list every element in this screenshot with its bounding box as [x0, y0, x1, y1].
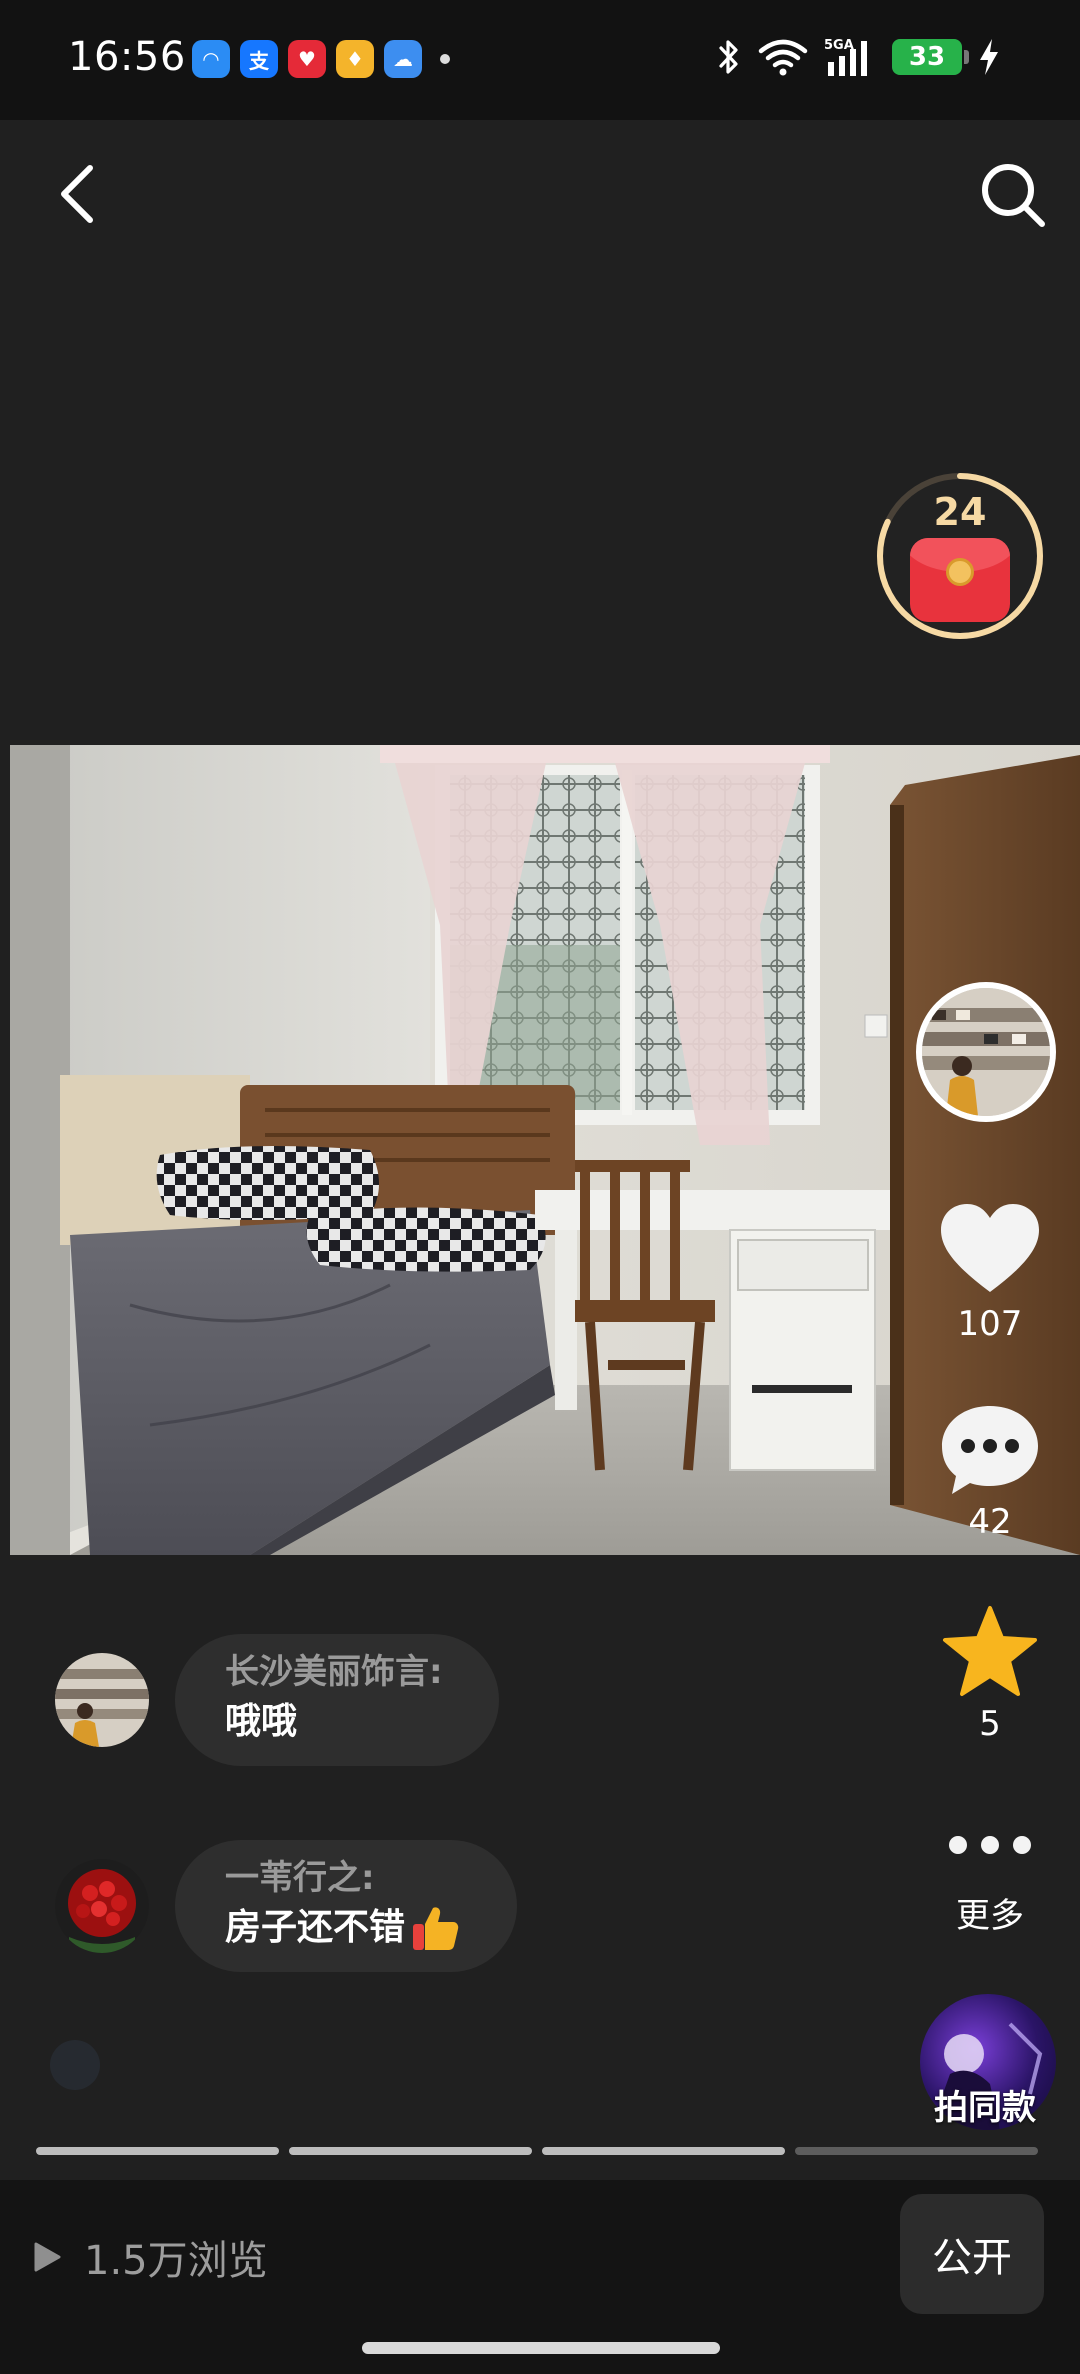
comment-text-content: 哦哦 [225, 1701, 298, 1742]
status-time: 16:56 [68, 34, 186, 80]
status-bar: 16:56 ◠ 支 ♥ ♦ ☁ 5GA 33 [0, 0, 1080, 120]
more-label: 更多 [956, 1896, 1024, 1936]
red-envelope-icon [910, 538, 1010, 622]
favorite-action[interactable]: 5 [920, 1604, 1060, 1744]
commenter-avatar[interactable] [55, 1653, 149, 1747]
progress-segment [289, 2147, 532, 2155]
faded-avatar [50, 2040, 100, 2090]
comment-username[interactable]: 长沙美丽饰言: [225, 1648, 443, 1696]
slide-progress-indicator [36, 2147, 1038, 2155]
gift-app-icon: ♦ [336, 40, 374, 78]
battery-level: 33 [908, 42, 946, 72]
comment-bubble: 一苇行之: 房子还不错 [175, 1840, 518, 1972]
red-packet-countdown: 24 [933, 490, 987, 534]
alipay-icon: 支 [240, 40, 278, 78]
charging-bolt-icon [980, 39, 998, 75]
favorite-count: 5 [979, 1704, 1001, 1744]
chevron-left-icon [61, 165, 93, 223]
comment-username[interactable]: 一苇行之: [225, 1854, 461, 1902]
qq-browser-icon: ◠ [192, 40, 230, 78]
back-button[interactable] [50, 158, 110, 228]
visibility-public-button[interactable]: 公开 [900, 2194, 1044, 2314]
comment-bubble-icon [942, 1406, 1038, 1494]
wifi-icon [758, 39, 808, 76]
commenter-avatar-image [55, 1653, 149, 1747]
more-notifications-dot [440, 54, 450, 64]
shoot-same-label[interactable]: 拍同款 [880, 2080, 1080, 2129]
network-type-label: 5GA [824, 38, 854, 53]
search-icon [982, 164, 1045, 227]
comment-action[interactable]: 42 [920, 1402, 1060, 1542]
comment-text: 房子还不错 [225, 1902, 461, 1954]
battery-indicator: 33 [892, 39, 969, 75]
status-indicators: 5GA 33 [716, 36, 1000, 78]
comment-bubble: 长沙美丽饰言: 哦哦 [175, 1634, 499, 1766]
like-action[interactable]: 107 [920, 1200, 1060, 1344]
commenter-avatar-image [55, 1859, 149, 1953]
weather-app-icon: ☁ [384, 40, 422, 78]
like-count: 107 [957, 1304, 1023, 1344]
comment-text: 哦哦 [225, 1696, 443, 1748]
thumbs-up-icon [413, 1907, 459, 1950]
more-action[interactable]: 更多 [920, 1830, 1060, 1937]
more-dots-icon [949, 1836, 1031, 1854]
comment-count: 42 [968, 1502, 1012, 1542]
comment-item[interactable]: 一苇行之: 房子还不错 [55, 1840, 518, 1972]
author-avatar-image [922, 988, 1050, 1116]
play-triangle-icon [34, 2242, 61, 2272]
health-app-icon: ♥ [288, 40, 326, 78]
visibility-public-label: 公开 [932, 2235, 1012, 2281]
search-button[interactable] [978, 160, 1048, 230]
progress-segment [542, 2147, 785, 2155]
cellular-signal-icon: 5GA [824, 38, 867, 76]
screen: 16:56 ◠ 支 ♥ ♦ ☁ 5GA 33 24 107 42 5 更多 长沙… [0, 0, 1080, 2374]
comment-item[interactable]: 长沙美丽饰言: 哦哦 [55, 1634, 499, 1766]
red-packet-timer[interactable]: 24 [874, 470, 1046, 642]
commenter-avatar[interactable] [55, 1859, 149, 1953]
progress-segment [36, 2147, 279, 2155]
view-count-text: 1.5万浏览 [84, 2238, 268, 2284]
notification-app-icons: ◠ 支 ♥ ♦ ☁ [192, 40, 450, 78]
bluetooth-icon [719, 40, 738, 74]
progress-segment [795, 2147, 1038, 2155]
star-icon [943, 1606, 1037, 1696]
author-avatar[interactable] [916, 982, 1056, 1122]
comment-text-content: 房子还不错 [225, 1907, 406, 1948]
view-count: 1.5万浏览 [32, 2228, 268, 2286]
home-indicator[interactable] [362, 2342, 720, 2354]
envelope-seal [946, 558, 974, 586]
heart-icon [941, 1204, 1039, 1292]
